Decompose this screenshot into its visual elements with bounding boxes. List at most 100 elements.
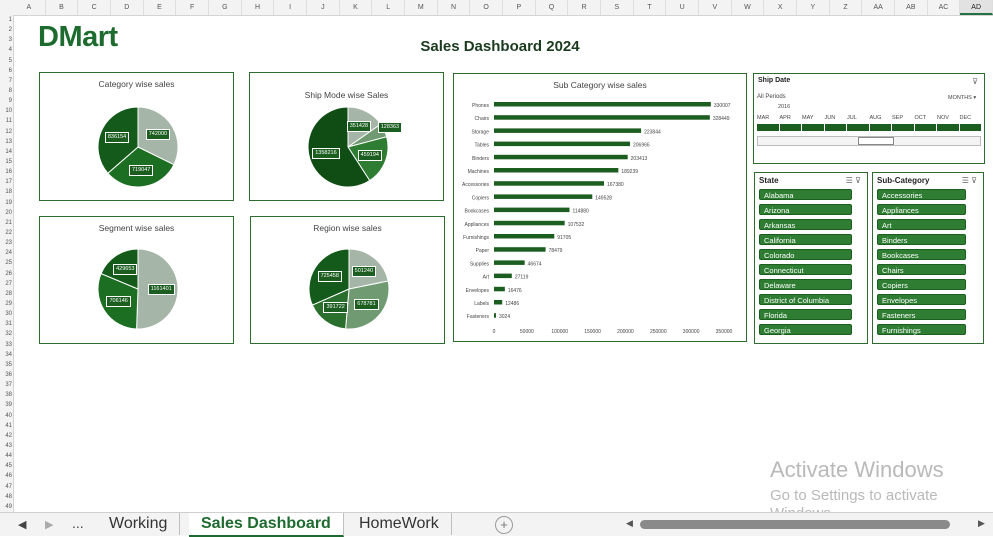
shipmode-chart-panel[interactable]: Ship Mode wise Sales 351428 128363 459194 1… <box>249 72 444 201</box>
column-header[interactable]: B <box>46 0 79 15</box>
row-header[interactable]: 36 <box>0 370 13 380</box>
row-header[interactable]: 16 <box>0 167 13 177</box>
state-slicer-item[interactable]: District of Columbia <box>759 294 852 305</box>
timeline-scroll-thumb[interactable] <box>858 137 894 145</box>
bar[interactable] <box>494 181 604 186</box>
row-header[interactable]: 12 <box>0 127 13 137</box>
subcategory-slicer-icons[interactable]: ☰ ⊽ <box>962 176 977 185</box>
row-header[interactable]: 22 <box>0 228 13 238</box>
column-header[interactable]: D <box>111 0 144 15</box>
row-header[interactable]: 18 <box>0 187 13 197</box>
column-header[interactable]: AA <box>862 0 895 15</box>
subcategory-slicer-item[interactable]: Chairs <box>877 264 966 275</box>
state-slicer-item[interactable]: Delaware <box>759 279 852 290</box>
subcategory-slicer-item[interactable]: Binders <box>877 234 966 245</box>
bar[interactable] <box>494 286 505 292</box>
row-header[interactable]: 9 <box>0 96 13 106</box>
row-header[interactable]: 30 <box>0 309 13 319</box>
state-slicer-item[interactable]: Arkansas <box>759 219 852 230</box>
row-header[interactable]: 47 <box>0 482 13 492</box>
column-header[interactable]: M <box>405 0 438 15</box>
row-header[interactable]: 41 <box>0 421 13 431</box>
row-header[interactable]: 21 <box>0 218 13 228</box>
row-header[interactable]: 7 <box>0 76 13 86</box>
row-header[interactable]: 49 <box>0 502 13 512</box>
bar[interactable] <box>494 313 496 318</box>
column-header[interactable]: AC <box>928 0 961 15</box>
bar[interactable] <box>494 220 565 226</box>
subcategory-slicer-item[interactable]: Appliances <box>877 204 966 215</box>
column-header[interactable]: Y <box>797 0 830 15</box>
timeline-month-bar[interactable] <box>824 124 847 131</box>
state-slicer-item[interactable]: Alabama <box>759 189 852 200</box>
column-header[interactable]: N <box>438 0 471 15</box>
column-header[interactable]: Q <box>536 0 569 15</box>
subcategory-slicer-item[interactable]: Fasteners <box>877 309 966 320</box>
row-header[interactable]: 24 <box>0 248 13 258</box>
row-header[interactable]: 46 <box>0 471 13 481</box>
bar[interactable] <box>494 247 546 252</box>
row-header[interactable]: 31 <box>0 319 13 329</box>
timeline-month-bar[interactable] <box>757 124 780 131</box>
state-slicer-item[interactable]: Connecticut <box>759 264 852 275</box>
row-header[interactable]: 10 <box>0 106 13 116</box>
column-header[interactable]: L <box>372 0 405 15</box>
row-header[interactable]: 32 <box>0 329 13 339</box>
region-chart-panel[interactable]: Region wise sales 501240 678781 391722 7254… <box>250 216 445 344</box>
column-header[interactable]: O <box>470 0 503 15</box>
segment-chart-panel[interactable]: Segment wise sales 1161401 706146 429653 <box>39 216 234 344</box>
bar[interactable] <box>494 273 512 279</box>
subcategory-slicer-item[interactable]: Copiers <box>877 279 966 290</box>
column-header[interactable]: U <box>666 0 699 15</box>
column-header[interactable]: A <box>13 0 46 15</box>
state-slicer-item[interactable]: Georgia <box>759 324 852 335</box>
row-header[interactable]: 20 <box>0 208 13 218</box>
column-header[interactable]: E <box>144 0 177 15</box>
row-header[interactable]: 38 <box>0 390 13 400</box>
row-header[interactable]: 15 <box>0 157 13 167</box>
row-header[interactable]: 5 <box>0 56 13 66</box>
scroll-left-icon[interactable]: ◀ <box>626 518 633 529</box>
timeline-month-bar[interactable] <box>802 124 825 131</box>
tab-working[interactable]: Working <box>97 513 181 535</box>
subcategory-slicer-item[interactable]: Art <box>877 219 966 230</box>
time-unit-selector[interactable]: MONTHS ▾ <box>948 95 976 101</box>
row-header[interactable]: 45 <box>0 461 13 471</box>
row-header[interactable]: 43 <box>0 441 13 451</box>
row-header[interactable]: 44 <box>0 451 13 461</box>
state-slicer-icons[interactable]: ☰ ⊽ <box>846 176 861 185</box>
row-header[interactable]: 27 <box>0 279 13 289</box>
row-header[interactable]: 14 <box>0 147 13 157</box>
timeline-month-bar[interactable] <box>869 124 892 131</box>
row-header[interactable]: 29 <box>0 299 13 309</box>
bar[interactable] <box>494 141 631 147</box>
row-header[interactable]: 17 <box>0 177 13 187</box>
row-header[interactable]: 3 <box>0 35 13 45</box>
column-header[interactable]: H <box>242 0 275 15</box>
column-header[interactable]: R <box>568 0 601 15</box>
row-header[interactable]: 4 <box>0 45 13 55</box>
column-header[interactable]: C <box>78 0 111 15</box>
subcategory-slicer-item[interactable]: Furnishings <box>877 324 966 335</box>
timeline-month-bar[interactable] <box>959 124 982 131</box>
column-header[interactable]: G <box>209 0 242 15</box>
subcategory-chart-panel[interactable]: Sub Category wise sales Phones 330007 Chai… <box>453 73 747 342</box>
column-header[interactable]: X <box>764 0 797 15</box>
bar[interactable] <box>494 207 570 213</box>
tab-sales-dashboard[interactable]: Sales Dashboard <box>189 513 344 537</box>
add-sheet-icon[interactable]: + <box>495 516 513 534</box>
bar[interactable] <box>494 300 503 305</box>
column-header[interactable]: W <box>732 0 765 15</box>
category-chart-panel[interactable]: Category wise sales 742000 719047 836154 <box>39 72 234 201</box>
bar[interactable] <box>494 128 642 133</box>
row-header[interactable]: 2 <box>0 25 13 35</box>
clear-filter-icon[interactable]: ⊽ <box>972 77 978 86</box>
bar[interactable] <box>494 168 619 173</box>
subcategory-slicer-item[interactable]: Bookcases <box>877 249 966 260</box>
column-header[interactable]: I <box>274 0 307 15</box>
column-header[interactable]: S <box>601 0 634 15</box>
row-header[interactable]: 19 <box>0 198 13 208</box>
subcategory-slicer-item[interactable]: Envelopes <box>877 294 966 305</box>
row-header[interactable]: 37 <box>0 380 13 390</box>
state-slicer-item[interactable]: California <box>759 234 852 245</box>
